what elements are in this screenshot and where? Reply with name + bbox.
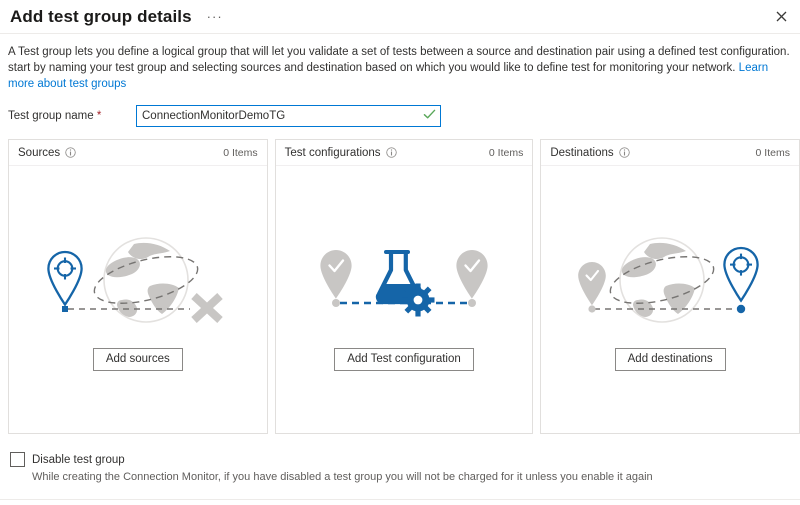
card-sources-title: Sources — [18, 147, 60, 159]
card-destinations-count: 0 Items — [756, 147, 790, 159]
globe-with-blue-source-pin-and-gray-x-icon — [38, 228, 238, 332]
card-destinations-header: Destinations 0 Items — [541, 140, 799, 166]
close-button[interactable] — [770, 5, 792, 27]
card-sources-action: Add sources — [93, 348, 183, 371]
disable-test-group-checkbox[interactable] — [10, 452, 25, 467]
card-sources: Sources 0 Items — [8, 139, 268, 434]
card-sources-header: Sources 0 Items — [9, 140, 267, 166]
add-destinations-button[interactable]: Add destinations — [615, 348, 726, 371]
card-test-configurations-body: Add Test configuration — [276, 166, 533, 433]
card-test-configurations-title: Test configurations — [285, 147, 381, 159]
test-configurations-illustration — [314, 228, 494, 332]
test-group-name-input[interactable] — [136, 105, 441, 127]
page-title: Add test group details — [10, 7, 192, 27]
info-icon[interactable] — [619, 147, 630, 158]
card-sources-count: 0 Items — [223, 147, 257, 159]
test-group-name-label-text: Test group name — [8, 110, 94, 122]
test-group-name-input-wrap — [136, 105, 441, 127]
flask-with-gear-between-two-checked-pins-icon — [314, 228, 494, 332]
sources-illustration — [38, 228, 238, 332]
blade-header: Add test group details ··· — [0, 0, 800, 33]
add-test-configuration-button[interactable]: Add Test configuration — [334, 348, 474, 371]
disable-test-group-help: While creating the Connection Monitor, i… — [32, 470, 800, 485]
test-group-name-label: Test group name * — [8, 110, 136, 122]
header-divider — [0, 33, 800, 34]
card-test-configurations-header: Test configurations 0 Items — [276, 140, 533, 166]
blade-footer: Add Test Group Cancel — [0, 500, 800, 505]
info-icon[interactable] — [65, 147, 76, 158]
disable-test-group-label: Disable test group — [32, 454, 125, 466]
card-destinations-title: Destinations — [550, 147, 613, 159]
card-test-configurations-count: 0 Items — [489, 147, 523, 159]
disable-test-group-block: Disable test group While creating the Co… — [10, 452, 800, 485]
description-text: A Test group lets you define a logical g… — [8, 46, 790, 74]
close-icon — [776, 11, 787, 22]
card-destinations-action: Add destinations — [615, 348, 726, 371]
info-icon[interactable] — [386, 147, 397, 158]
disable-test-group-row[interactable]: Disable test group — [10, 452, 800, 467]
globe-with-blue-destination-pin-and-gray-checked-pin-icon — [570, 228, 770, 332]
card-test-configurations-action: Add Test configuration — [334, 348, 474, 371]
test-group-cards: Sources 0 Items — [0, 139, 800, 434]
required-marker: * — [97, 110, 101, 122]
card-test-configurations: Test configurations 0 Items — [275, 139, 534, 434]
destinations-illustration — [570, 228, 770, 332]
test-group-name-row: Test group name * — [8, 105, 792, 127]
add-sources-button[interactable]: Add sources — [93, 348, 183, 371]
card-destinations-body: Add destinations — [541, 166, 799, 433]
more-options-button[interactable]: ··· — [204, 7, 226, 27]
card-destinations: Destinations 0 Items — [540, 139, 800, 434]
blade-description: A Test group lets you define a logical g… — [8, 44, 792, 92]
card-sources-body: Add sources — [9, 166, 267, 433]
